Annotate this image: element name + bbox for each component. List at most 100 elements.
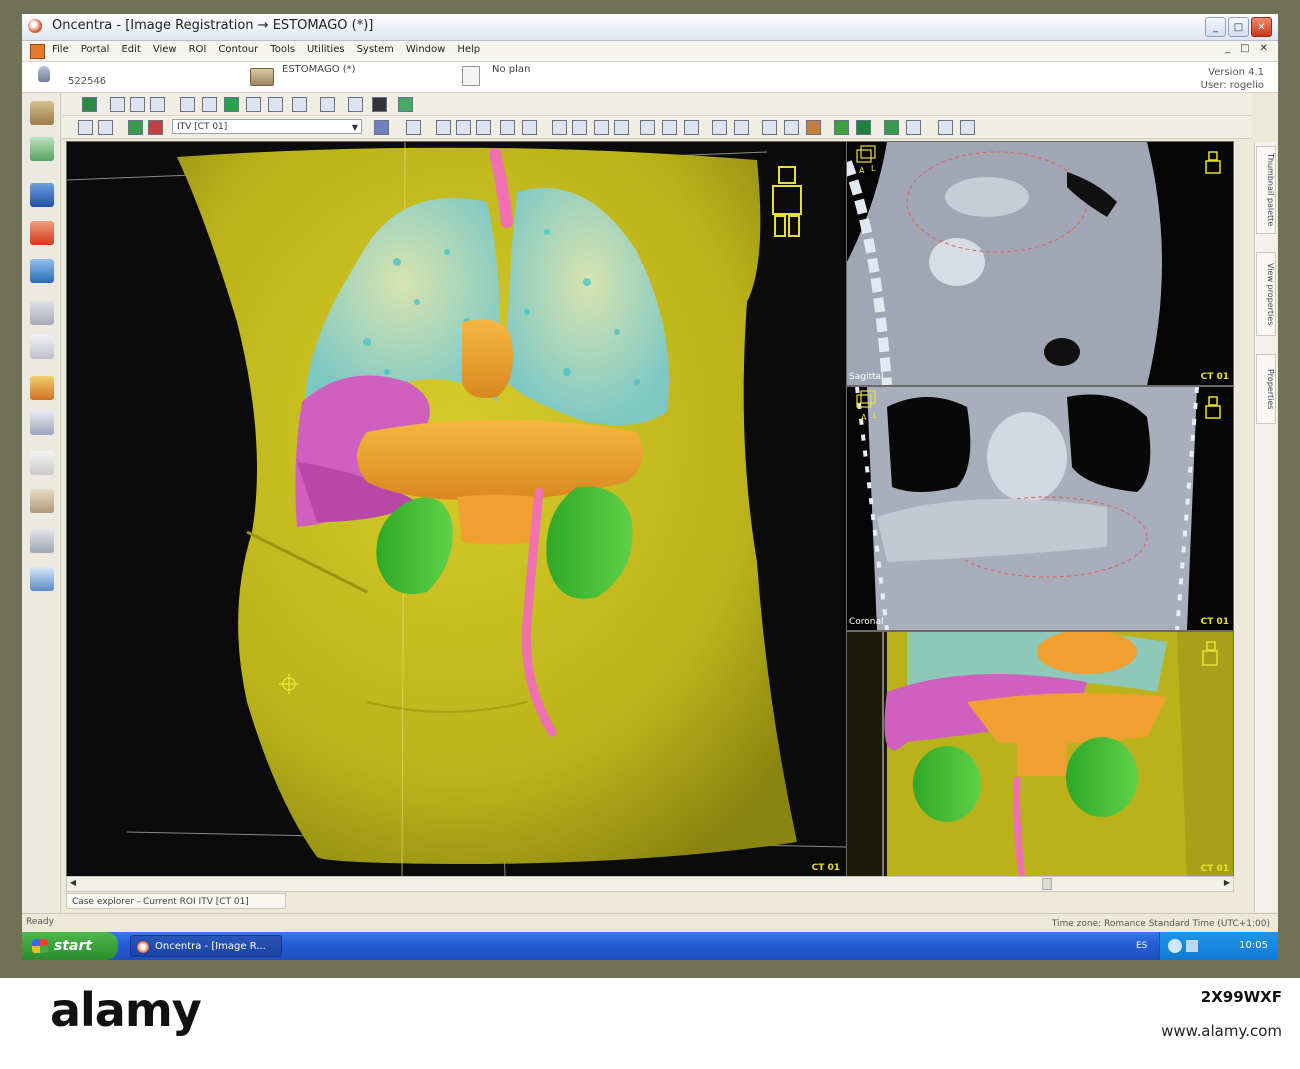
layout-3x3-icon[interactable]: [180, 97, 195, 112]
menu-contour[interactable]: Contour: [218, 44, 258, 55]
case-explorer-bar[interactable]: Case explorer - Current ROI ITV [CT 01]: [66, 893, 286, 909]
layout-columns-icon[interactable]: [202, 97, 217, 112]
layout-cross-icon[interactable]: [150, 97, 165, 112]
case-tool-icon[interactable]: [30, 101, 54, 125]
taskbar-oncentra[interactable]: Oncentra - [Image R...: [130, 935, 282, 957]
layout-2x2-icon[interactable]: [130, 97, 145, 112]
menu-tools[interactable]: Tools: [270, 44, 295, 55]
menu-roi[interactable]: ROI: [189, 44, 207, 55]
roi-color-icon[interactable]: [128, 120, 143, 135]
mdi-minimize-button[interactable]: _: [1225, 43, 1230, 54]
orientation-anterior: A: [861, 413, 867, 422]
render-icon[interactable]: [806, 120, 821, 135]
roi-tool-icon[interactable]: [30, 335, 54, 359]
registration-tool-icon[interactable]: [30, 259, 54, 283]
scroll-right-icon[interactable]: ▶: [1221, 877, 1233, 889]
boolean-icon[interactable]: [614, 120, 629, 135]
check-icon[interactable]: [884, 120, 899, 135]
tab-view-properties[interactable]: View properties: [1256, 252, 1276, 336]
layout-matrix-icon[interactable]: [320, 97, 335, 112]
volume-icon[interactable]: [784, 120, 799, 135]
copy-roi-icon[interactable]: [640, 120, 655, 135]
start-button[interactable]: start: [22, 932, 118, 960]
scroll-left-icon[interactable]: ◀: [67, 877, 79, 889]
menu-help[interactable]: Help: [457, 44, 480, 55]
scissors-icon[interactable]: [406, 120, 421, 135]
display-icon[interactable]: [1186, 940, 1198, 952]
layout-single-icon[interactable]: [292, 97, 307, 112]
display-options-icon[interactable]: [372, 97, 387, 112]
plan-tool-icon[interactable]: [30, 411, 54, 435]
coronal-view[interactable]: A L Coronal CT 01: [846, 386, 1234, 631]
layout-split-icon[interactable]: [246, 97, 261, 112]
case-briefcase-icon[interactable]: [250, 68, 274, 86]
polygon-icon[interactable]: [456, 120, 471, 135]
triangle-icon[interactable]: [960, 120, 975, 135]
sync-icon[interactable]: [856, 120, 871, 135]
brush-icon[interactable]: [436, 120, 451, 135]
mdi-restore-button[interactable]: □: [1240, 43, 1249, 54]
remove-point-icon[interactable]: [572, 120, 587, 135]
add-point-icon[interactable]: [552, 120, 567, 135]
maximize-button[interactable]: □: [1228, 17, 1249, 37]
eye-icon[interactable]: [906, 120, 921, 135]
layout-center-icon[interactable]: [268, 97, 283, 112]
patient-tool-icon[interactable]: [30, 137, 54, 161]
pointer-icon[interactable]: [78, 120, 93, 135]
smooth-icon[interactable]: [712, 120, 727, 135]
clock[interactable]: 10:05: [1239, 940, 1268, 951]
close-button[interactable]: ✕: [1251, 17, 1272, 37]
evaluation-tool-icon[interactable]: [30, 489, 54, 513]
roi-dropdown[interactable]: ITV [CT 01] ▼: [172, 119, 362, 134]
plan-document-icon[interactable]: [462, 66, 480, 86]
tab-thumbnail-palette[interactable]: Thumbnail palette: [1256, 146, 1276, 234]
secondary-3d-view[interactable]: CT 01: [846, 631, 1234, 878]
layout-1x1-icon[interactable]: [110, 97, 125, 112]
margin-icon[interactable]: [594, 120, 609, 135]
horizontal-scrollbar[interactable]: ◀ ▶: [66, 876, 1234, 892]
left-kidney: [1066, 737, 1138, 817]
menu-portal[interactable]: Portal: [81, 44, 110, 55]
language-indicator[interactable]: ES: [1136, 941, 1147, 951]
document-menu-icon[interactable]: [30, 44, 45, 59]
import-tool-icon[interactable]: [30, 183, 54, 207]
rotate-icon[interactable]: [762, 120, 777, 135]
menu-edit[interactable]: Edit: [121, 44, 140, 55]
layout-grid-icon[interactable]: [82, 97, 97, 112]
cc-tool-icon[interactable]: [30, 567, 54, 591]
roi-delete-icon[interactable]: [148, 120, 163, 135]
measure-icon[interactable]: [938, 120, 953, 135]
expand-roi-icon[interactable]: [684, 120, 699, 135]
dose-tool-icon[interactable]: [30, 451, 54, 475]
menu-utilities[interactable]: Utilities: [307, 44, 345, 55]
roi-table-icon[interactable]: [374, 120, 389, 135]
layout-sagittal-icon[interactable]: [348, 97, 363, 112]
minimize-button[interactable]: _: [1205, 17, 1226, 37]
layout-wide-icon[interactable]: [224, 97, 239, 112]
fill-icon[interactable]: [734, 120, 749, 135]
tab-properties[interactable]: Properties: [1256, 354, 1276, 424]
orientation-figure-icon[interactable]: [772, 166, 802, 237]
window-level-icon[interactable]: [398, 97, 413, 112]
main-3d-view[interactable]: CT 01: [66, 141, 847, 878]
beam-tool-icon[interactable]: [30, 376, 54, 400]
patient-icon[interactable]: [38, 66, 50, 82]
menu-system[interactable]: System: [357, 44, 394, 55]
eraser-icon[interactable]: [476, 120, 491, 135]
stomach-itv-base: [1017, 740, 1067, 776]
link-icon[interactable]: [834, 120, 849, 135]
export-tool-icon[interactable]: [30, 529, 54, 553]
contour-tool-icon[interactable]: [30, 301, 54, 325]
menu-window[interactable]: Window: [406, 44, 445, 55]
transfer-roi-icon[interactable]: [662, 120, 677, 135]
mdi-close-button[interactable]: ✕: [1260, 43, 1268, 54]
menu-view[interactable]: View: [153, 44, 177, 55]
scroll-thumb[interactable]: [1042, 878, 1052, 890]
lasso-icon[interactable]: [500, 120, 515, 135]
interpolate-icon[interactable]: [522, 120, 537, 135]
menu-file[interactable]: File: [52, 44, 69, 55]
image-tool-icon[interactable]: [30, 221, 54, 245]
sagittal-view[interactable]: A L Sagittal CT 01: [846, 141, 1234, 386]
network-icon[interactable]: [1168, 939, 1182, 953]
cursor-icon[interactable]: [98, 120, 113, 135]
